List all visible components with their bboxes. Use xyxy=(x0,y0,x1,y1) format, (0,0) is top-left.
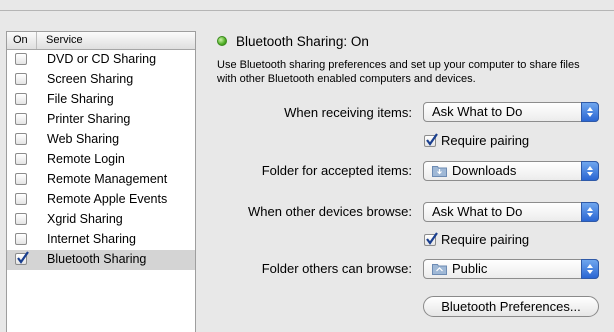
service-label: Remote Login xyxy=(47,152,125,166)
service-row[interactable]: Bluetooth Sharing xyxy=(7,250,195,270)
service-label: Screen Sharing xyxy=(47,72,134,86)
service-row[interactable]: Xgrid Sharing xyxy=(7,210,195,230)
service-row[interactable]: Remote Apple Events xyxy=(7,190,195,210)
service-row[interactable]: Remote Login xyxy=(7,150,195,170)
browse-require-pairing-label: Require pairing xyxy=(441,232,530,247)
browse-require-pairing-checkbox[interactable] xyxy=(424,232,438,246)
service-label: Bluetooth Sharing xyxy=(47,252,147,266)
accepted-folder-value: Downloads xyxy=(452,163,517,178)
service-checkbox[interactable] xyxy=(15,193,27,205)
service-rows: DVD or CD Sharing Screen Sharing File Shar… xyxy=(7,50,195,270)
service-checkbox[interactable] xyxy=(15,153,27,165)
browse-label: When other devices browse: xyxy=(247,204,412,219)
service-description: Use Bluetooth sharing preferences and se… xyxy=(217,59,580,85)
service-label: Remote Management xyxy=(47,172,168,186)
column-header-service[interactable]: Service xyxy=(37,32,83,49)
bluetooth-preferences-button[interactable]: Bluetooth Preferences... xyxy=(423,296,599,317)
popup-arrows-icon xyxy=(581,102,599,122)
service-checkbox[interactable] xyxy=(15,133,27,145)
service-label: Internet Sharing xyxy=(47,232,136,246)
receiving-items-label: When receiving items: xyxy=(284,105,412,120)
service-label: Xgrid Sharing xyxy=(47,212,123,226)
window-top-edge xyxy=(0,0,614,11)
service-row[interactable]: DVD or CD Sharing xyxy=(7,50,195,70)
service-list-header: On Service xyxy=(7,32,195,50)
service-checkbox[interactable] xyxy=(15,251,29,265)
receiving-require-pairing-label: Require pairing xyxy=(441,133,530,148)
status-title: Bluetooth Sharing: On xyxy=(236,34,369,49)
service-label: DVD or CD Sharing xyxy=(47,52,157,66)
service-row[interactable]: Remote Management xyxy=(7,170,195,190)
public-folder-icon xyxy=(432,264,447,275)
browse-popup[interactable]: Ask What to Do xyxy=(423,202,599,222)
browse-folder-popup[interactable]: Public xyxy=(423,259,599,279)
popup-arrows-icon xyxy=(581,259,599,279)
service-label: Printer Sharing xyxy=(47,112,131,126)
accepted-folder-label: Folder for accepted items: xyxy=(261,163,412,178)
service-row[interactable]: Web Sharing xyxy=(7,130,195,150)
service-list[interactable]: On Service DVD or CD Sharing Screen Shari… xyxy=(6,31,196,332)
service-checkbox[interactable] xyxy=(15,93,27,105)
service-label: Remote Apple Events xyxy=(47,192,168,206)
service-checkbox[interactable] xyxy=(15,173,27,185)
status-indicator-icon xyxy=(217,36,227,46)
popup-arrows-icon xyxy=(581,161,599,181)
service-row[interactable]: Screen Sharing xyxy=(7,70,195,90)
service-checkbox[interactable] xyxy=(15,233,27,245)
accepted-folder-popup[interactable]: Downloads xyxy=(423,161,599,181)
receiving-items-popup[interactable]: Ask What to Do xyxy=(423,102,599,122)
service-row[interactable]: Internet Sharing xyxy=(7,230,195,250)
service-checkbox[interactable] xyxy=(15,113,27,125)
service-row[interactable]: File Sharing xyxy=(7,90,195,110)
browse-folder-label: Folder others can browse: xyxy=(261,261,412,276)
service-checkbox[interactable] xyxy=(15,73,27,85)
receiving-items-value: Ask What to Do xyxy=(432,104,523,119)
downloads-folder-icon xyxy=(432,166,447,177)
service-checkbox[interactable] xyxy=(15,53,27,65)
popup-arrows-icon xyxy=(581,202,599,222)
receiving-require-pairing-checkbox[interactable] xyxy=(424,133,438,147)
column-header-on[interactable]: On xyxy=(7,32,37,49)
service-label: File Sharing xyxy=(47,92,114,106)
service-label: Web Sharing xyxy=(47,132,120,146)
browse-folder-value: Public xyxy=(452,261,488,276)
service-row[interactable]: Printer Sharing xyxy=(7,110,195,130)
browse-value: Ask What to Do xyxy=(432,204,523,219)
service-checkbox[interactable] xyxy=(15,213,27,225)
